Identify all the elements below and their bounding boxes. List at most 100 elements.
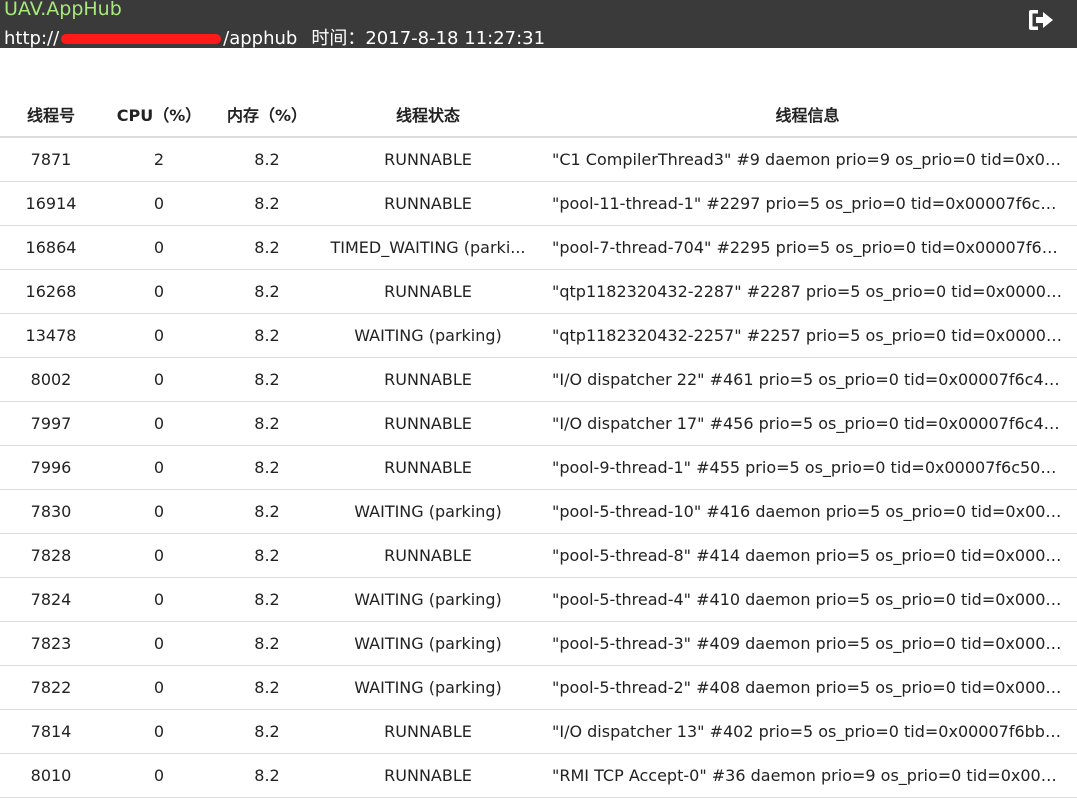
thread-state-cell: WAITING (parking): [318, 577, 538, 622]
thread-id-cell: 7823: [0, 621, 102, 666]
thread-table-body: 7871 2 8.2 RUNNABLE "C1 CompilerThread3" #9 …: [0, 137, 1077, 798]
thread-id-cell: 16914: [0, 181, 102, 226]
table-row[interactable]: 7996 0 8.2 RUNNABLE "pool-9-thread-1" #455 p…: [0, 445, 1077, 490]
cpu-cell: 0: [102, 225, 216, 270]
url-prefix: http://: [4, 28, 60, 49]
app-title: UAV.AppHub: [4, 0, 122, 20]
table-row[interactable]: 7871 2 8.2 RUNNABLE "C1 CompilerThread3" #9 …: [0, 137, 1077, 182]
table-row[interactable]: 7814 0 8.2 RUNNABLE "I/O dispatcher 13" #402…: [0, 709, 1077, 754]
cpu-cell: 0: [102, 269, 216, 314]
thread-state-cell: RUNNABLE: [318, 445, 538, 490]
thread-table: 线程号 CPU（%） 内存（%） 线程状态 线程信息 7871 2 8.2 RUNNA…: [0, 92, 1077, 798]
thread-state-cell: RUNNABLE: [318, 401, 538, 446]
cpu-cell: 2: [102, 137, 216, 182]
cpu-cell: 0: [102, 665, 216, 710]
memory-cell: 8.2: [216, 181, 318, 226]
thread-id-cell: 16268: [0, 269, 102, 314]
thread-id-cell: 7828: [0, 533, 102, 578]
cpu-cell: 0: [102, 181, 216, 226]
thread-id-cell: 7814: [0, 709, 102, 754]
table-row[interactable]: 8010 0 8.2 RUNNABLE "RMI TCP Accept-0" #36 d…: [0, 753, 1077, 798]
thread-info-cell: "C1 CompilerThread3" #9 daemon prio=9 os…: [538, 137, 1077, 182]
thread-id-cell: 13478: [0, 313, 102, 358]
memory-cell: 8.2: [216, 577, 318, 622]
thread-state-cell: WAITING (parking): [318, 313, 538, 358]
thread-info-cell: "I/O dispatcher 22" #461 prio=5 os_prio=…: [538, 357, 1077, 402]
sign-out-icon[interactable]: [1027, 8, 1055, 32]
table-row[interactable]: 8002 0 8.2 RUNNABLE "I/O dispatcher 22" #461…: [0, 357, 1077, 402]
top-bar: UAV.AppHub http:// /apphub 时间：2017-8-18 11…: [0, 0, 1077, 50]
url-line: http:// /apphub 时间：2017-8-18 11:27:31: [4, 24, 545, 50]
thread-info-cell: "pool-5-thread-8" #414 daemon prio=5 os_…: [538, 533, 1077, 578]
cpu-cell: 0: [102, 313, 216, 358]
table-row[interactable]: 7822 0 8.2 WAITING (parking) "pool-5-thread-…: [0, 665, 1077, 710]
table-row[interactable]: 7823 0 8.2 WAITING (parking) "pool-5-thread-…: [0, 621, 1077, 666]
thread-info-cell: "pool-5-thread-2" #408 daemon prio=5 os_…: [538, 665, 1077, 710]
thread-state-cell: RUNNABLE: [318, 137, 538, 182]
thread-state-cell: RUNNABLE: [318, 269, 538, 314]
memory-cell: 8.2: [216, 225, 318, 270]
table-row[interactable]: 7824 0 8.2 WAITING (parking) "pool-5-thread-…: [0, 577, 1077, 622]
thread-state-cell: WAITING (parking): [318, 621, 538, 666]
memory-cell: 8.2: [216, 137, 318, 182]
column-header-info[interactable]: 线程信息: [538, 92, 1077, 138]
thread-id-cell: 8002: [0, 357, 102, 402]
memory-cell: 8.2: [216, 709, 318, 754]
thread-state-cell: RUNNABLE: [318, 533, 538, 578]
thread-id-cell: 16864: [0, 225, 102, 270]
memory-cell: 8.2: [216, 753, 318, 798]
table-row[interactable]: 7828 0 8.2 RUNNABLE "pool-5-thread-8" #414 d…: [0, 533, 1077, 578]
memory-cell: 8.2: [216, 665, 318, 710]
thread-info-cell: "pool-5-thread-10" #416 daemon prio=5 os…: [538, 489, 1077, 534]
thread-id-cell: 7996: [0, 445, 102, 490]
cpu-cell: 0: [102, 533, 216, 578]
column-header-memory[interactable]: 内存（%）: [216, 92, 318, 138]
memory-cell: 8.2: [216, 489, 318, 534]
thread-id-cell: 7871: [0, 137, 102, 182]
thread-info-cell: "I/O dispatcher 17" #456 prio=5 os_prio=…: [538, 401, 1077, 446]
thread-state-cell: WAITING (parking): [318, 665, 538, 710]
thread-state-cell: WAITING (parking): [318, 489, 538, 534]
cpu-cell: 0: [102, 489, 216, 534]
cpu-cell: 0: [102, 709, 216, 754]
column-header-cpu[interactable]: CPU（%）: [102, 92, 216, 138]
cpu-cell: 0: [102, 357, 216, 402]
thread-info-cell: "RMI TCP Accept-0" #36 daemon prio=9 os_…: [538, 753, 1077, 798]
memory-cell: 8.2: [216, 445, 318, 490]
cpu-cell: 0: [102, 753, 216, 798]
thread-state-cell: RUNNABLE: [318, 753, 538, 798]
column-header-thread-id[interactable]: 线程号: [0, 92, 102, 138]
thread-info-cell: "qtp1182320432-2257" #2257 prio=5 os_pri…: [538, 313, 1077, 358]
thread-info-cell: "pool-9-thread-1" #455 prio=5 os_prio=0 …: [538, 445, 1077, 490]
thread-state-cell: RUNNABLE: [318, 709, 538, 754]
thread-info-cell: "qtp1182320432-2287" #2287 prio=5 os_pri…: [538, 269, 1077, 314]
memory-cell: 8.2: [216, 621, 318, 666]
thread-info-cell: "pool-7-thread-704" #2295 prio=5 os_prio…: [538, 225, 1077, 270]
column-header-state[interactable]: 线程状态: [318, 92, 538, 138]
cpu-cell: 0: [102, 577, 216, 622]
table-header-row: 线程号 CPU（%） 内存（%） 线程状态 线程信息: [0, 92, 1077, 138]
cpu-cell: 0: [102, 401, 216, 446]
table-row[interactable]: 16864 0 8.2 TIMED_WAITING (parki... "pool-7-…: [0, 225, 1077, 270]
thread-table-container: 线程号 CPU（%） 内存（%） 线程状态 线程信息 7871 2 8.2 RUNNA…: [0, 92, 1077, 798]
thread-id-cell: 8010: [0, 753, 102, 798]
table-row[interactable]: 13478 0 8.2 WAITING (parking) "qtp1182320432…: [0, 313, 1077, 358]
memory-cell: 8.2: [216, 533, 318, 578]
thread-id-cell: 7830: [0, 489, 102, 534]
thread-id-cell: 7822: [0, 665, 102, 710]
thread-info-cell: "pool-5-thread-3" #409 daemon prio=5 os_…: [538, 621, 1077, 666]
table-row[interactable]: 16914 0 8.2 RUNNABLE "pool-11-thread-1" #229…: [0, 181, 1077, 226]
table-row[interactable]: 7997 0 8.2 RUNNABLE "I/O dispatcher 17" #456…: [0, 401, 1077, 446]
table-row[interactable]: 7830 0 8.2 WAITING (parking) "pool-5-thread-…: [0, 489, 1077, 534]
thread-info-cell: "I/O dispatcher 13" #402 prio=5 os_prio=…: [538, 709, 1077, 754]
thread-id-cell: 7824: [0, 577, 102, 622]
thread-info-cell: "pool-11-thread-1" #2297 prio=5 os_prio=…: [538, 181, 1077, 226]
thread-info-cell: "pool-5-thread-4" #410 daemon prio=5 os_…: [538, 577, 1077, 622]
thread-state-cell: RUNNABLE: [318, 181, 538, 226]
thread-id-cell: 7997: [0, 401, 102, 446]
thread-state-cell: TIMED_WAITING (parki...: [318, 225, 538, 270]
memory-cell: 8.2: [216, 357, 318, 402]
table-row[interactable]: 16268 0 8.2 RUNNABLE "qtp1182320432-2287" #2…: [0, 269, 1077, 314]
redaction-mark: [61, 34, 222, 44]
memory-cell: 8.2: [216, 269, 318, 314]
